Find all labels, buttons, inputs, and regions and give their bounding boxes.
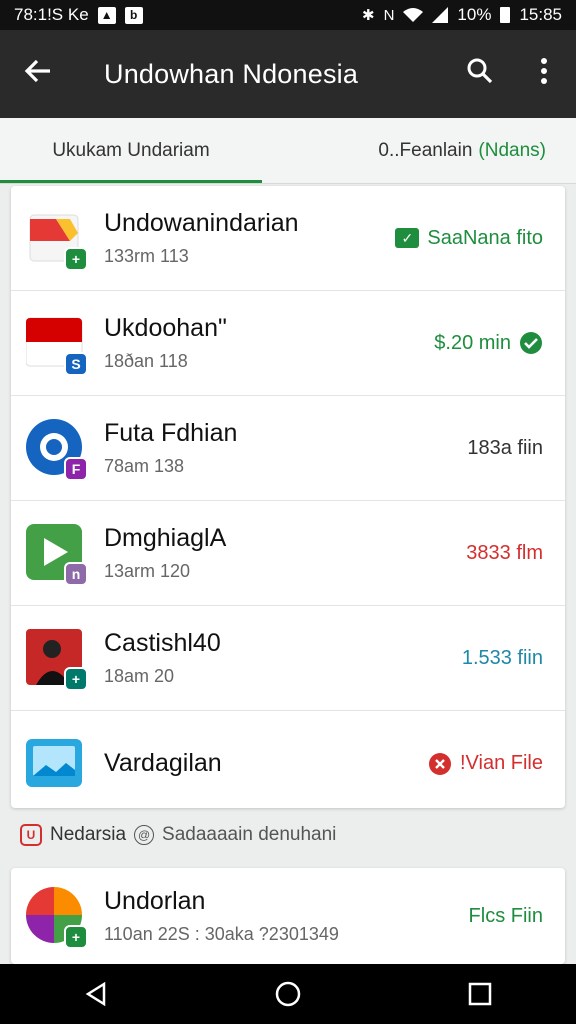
app-meta: 13arm 120 [104,561,191,581]
page-title: Undowhan Ndonesia [104,58,359,89]
app-icon [26,735,84,793]
signal-icon [432,7,449,23]
battery-icon [500,7,511,23]
app-badge: + [64,247,88,271]
status-time: 15:85 [519,5,562,24]
status-text: $.20 min [434,331,511,354]
tab-accent-label: (Ndans) [478,139,546,161]
more-vert-icon [541,57,547,84]
tab-files[interactable]: 0..Feanlain (Ndans) [262,118,576,183]
section-subtitle: Sadaaaain denuhani [162,824,337,845]
status-text: !Vian File [459,752,543,774]
tab-label: 0..Feanlain [378,139,473,161]
nfc-icon: N [383,6,395,24]
app-icon: F [26,419,88,481]
search-button[interactable] [448,57,512,92]
bluetooth-icon: ✱ [362,7,375,24]
back-nav-icon[interactable] [82,980,110,1008]
app-name: Undorlan [104,887,206,915]
section-header: U Nedarsia @ Sadaaaain denuhani [20,822,336,848]
download-status: 3833 flm [466,542,543,565]
list-item[interactable]: S Ukdoohan" 18ðan 118 $.20 min [11,291,565,396]
overflow-menu-button[interactable] [512,57,576,92]
app-icon: n [26,524,88,586]
navigation-bar [0,964,576,1024]
app-meta: 18am 20 [104,666,175,686]
app-badge: + [64,925,88,949]
app-meta: 18ðan 118 [104,351,188,371]
app-badge: + [64,667,88,691]
screen-app-icon [26,738,82,787]
app-meta: 78am 138 [104,456,185,476]
list-item[interactable]: F Futa Fdhian 78am 138 183a fiin [11,396,565,501]
section-icon: U [20,824,42,846]
arrow-left-icon [24,59,50,82]
battery-percent: 10% [457,5,492,24]
app-icon: + [26,629,88,691]
tab-label: Ukukam Undariam [52,139,210,161]
section-title: Nedarsia [50,824,127,845]
status-left-text: 78:1!S Ke [14,5,89,24]
download-status: Flcs Fiin [469,905,543,928]
app-bar: Undowhan Ndonesia [0,30,576,118]
image-notification-icon: ▲ [97,6,116,24]
app-name: Castishl40 [104,629,221,657]
list-item[interactable]: + Undowanindarian 133rm 113 ✓ SaaNana fi… [11,186,565,291]
info-circle-icon: @ [134,825,155,845]
app-name: Undowanindarian [104,209,299,237]
app-name: Futa Fdhian [104,419,238,447]
tab-downloads[interactable]: Ukukam Undariam [0,118,262,183]
tab-bar: Ukukam Undariam 0..Feanlain (Ndans) [0,118,576,184]
status-text: 1.533 fiin [461,646,543,669]
download-status: !Vian File [428,752,543,776]
list-item[interactable]: Vardagilan !Vian File [11,711,565,816]
app-badge: S [64,352,88,376]
download-status: 183a fiin [467,437,543,460]
check-box-icon: ✓ [395,228,420,248]
app-badge: n [64,562,88,586]
check-circle-icon [520,332,542,354]
download-status: ✓ SaaNana fito [395,227,543,250]
app-name: Ukdoohan" [104,314,227,342]
list-item[interactable]: n DmghiaglA 13arm 120 3833 flm [11,501,565,606]
app-name: DmghiaglA [104,524,227,552]
app-icon: + [26,209,88,271]
status-text: Flcs Fiin [468,904,543,927]
status-text: SaaNana fito [427,226,543,249]
status-text: 183a fiin [467,436,543,459]
app-icon: S [25,314,88,376]
app-notification-icon: b [124,6,143,24]
list-item[interactable]: + Castishl40 18am 20 1.533 fiin [11,606,565,711]
list-item[interactable]: + Undorlan 110an 22S : 30aka ?2301349 Fl… [11,868,565,964]
wifi-icon [403,8,424,22]
home-nav-icon[interactable] [274,980,302,1008]
recents-nav-icon[interactable] [466,980,494,1008]
search-icon [467,58,493,83]
app-name: Vardagilan [104,749,222,777]
app-badge: F [64,457,88,481]
app-meta: 110an 22S : 30aka ?2301349 [104,924,339,944]
error-circle-icon [428,752,451,775]
download-list: + Undowanindarian 133rm 113 ✓ SaaNana fi… [11,186,565,808]
status-text: 3833 flm [466,541,543,564]
app-meta: 133rm 113 [104,246,189,266]
download-status: $.20 min [434,331,543,355]
app-icon: + [26,887,88,949]
status-bar: 78:1!S Ke ▲ b ✱ N 10% 15:85 [0,0,576,30]
back-button[interactable] [0,55,76,94]
download-status: 1.533 fiin [462,647,543,670]
